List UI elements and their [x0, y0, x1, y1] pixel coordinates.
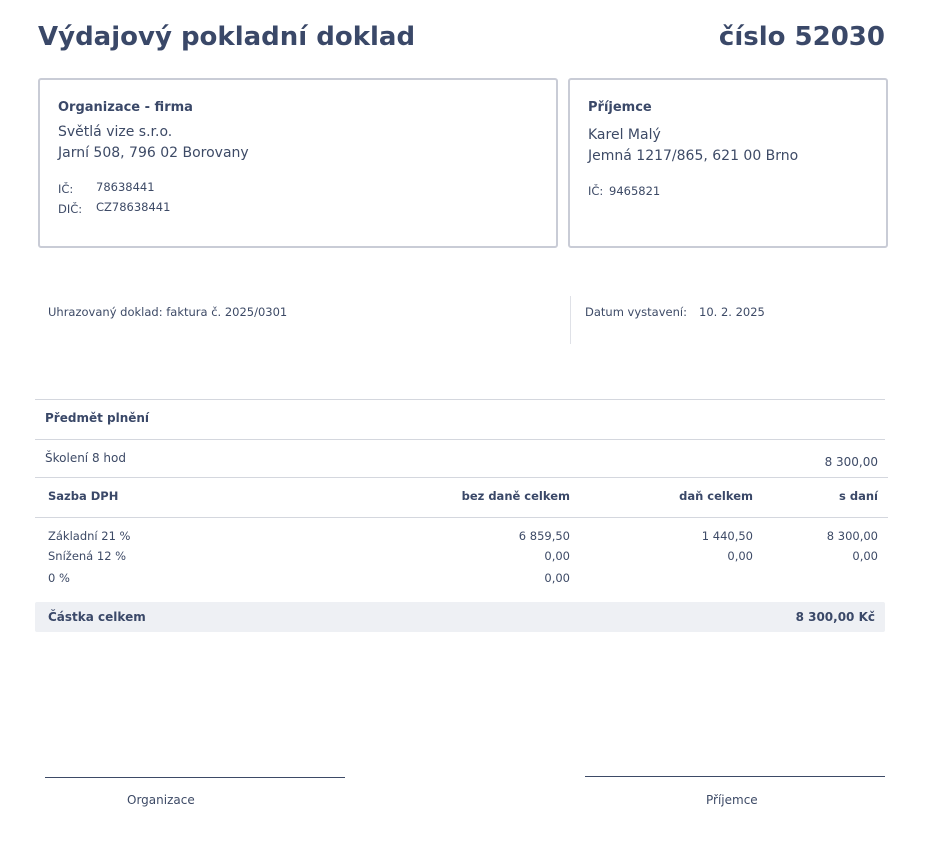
vat-row-tax: 1 440,50: [701, 529, 753, 543]
issue-date-label: Datum vystavení:: [585, 305, 687, 319]
vat-row-rate: Základní 21 %: [48, 529, 131, 543]
signature-label-organization: Organizace: [127, 793, 195, 807]
subject-item-name: Školení 8 hod: [45, 451, 126, 465]
meta-divider: [570, 296, 571, 344]
subject-item-amount: 8 300,00: [824, 455, 878, 469]
vat-header-gross: s daní: [839, 489, 878, 503]
signature-line-recipient: [585, 776, 885, 777]
organization-name: Světlá vize s.r.o.: [58, 124, 173, 140]
organization-address: Jarní 508, 796 02 Borovany: [58, 145, 249, 161]
vat-row-net: 0,00: [544, 549, 570, 563]
recipient-heading: Příjemce: [588, 100, 652, 115]
document-title: Výdajový pokladní doklad: [38, 22, 416, 52]
vat-row-gross: 0,00: [852, 549, 878, 563]
paid-document: Uhrazovaný doklad: faktura č. 2025/0301: [48, 305, 288, 319]
organization-heading: Organizace - firma: [58, 100, 193, 115]
vat-row-rate: 0 %: [48, 571, 70, 585]
recipient-ic-value: 9465821: [609, 184, 661, 198]
organization-ic-value: 78638441: [96, 180, 155, 194]
issue-date-value: 10. 2. 2025: [699, 305, 765, 319]
organization-ic-label: IČ:: [58, 182, 74, 196]
organization-dic-label: DIČ:: [58, 202, 83, 216]
recipient-box: Příjemce Karel Malý Jemná 1217/865, 621 …: [568, 78, 888, 248]
total-value: 8 300,00 Kč: [795, 610, 875, 624]
organization-box: Organizace - firma Světlá vize s.r.o. Ja…: [38, 78, 558, 248]
organization-dic-value: CZ78638441: [96, 200, 171, 214]
subject-header: Předmět plnění: [45, 411, 150, 425]
vat-row-net: 0,00: [544, 571, 570, 585]
total-label: Částka celkem: [48, 610, 146, 624]
vat-row-tax: 0,00: [727, 549, 753, 563]
recipient-address: Jemná 1217/865, 621 00 Brno: [588, 148, 799, 164]
vat-row-gross: 8 300,00: [826, 529, 878, 543]
recipient-ic-label: IČ:: [588, 184, 604, 198]
vat-header-tax: daň celkem: [679, 489, 753, 503]
signature-label-recipient: Příjemce: [706, 793, 758, 807]
subject-header-rule: [35, 439, 885, 440]
recipient-name: Karel Malý: [588, 127, 661, 143]
vat-top-rule: [35, 477, 888, 478]
vat-header-net: bez daně celkem: [461, 489, 570, 503]
subject-top-rule: [35, 399, 885, 400]
vat-row-rate: Snížená 12 %: [48, 549, 127, 563]
signature-line-organization: [45, 777, 345, 778]
vat-header-rate: Sazba DPH: [48, 489, 119, 503]
vat-row-net: 6 859,50: [518, 529, 570, 543]
document-number: číslo 52030: [718, 22, 885, 52]
total-row: Částka celkem 8 300,00 Kč: [35, 602, 885, 632]
vat-header-rule: [35, 517, 888, 518]
